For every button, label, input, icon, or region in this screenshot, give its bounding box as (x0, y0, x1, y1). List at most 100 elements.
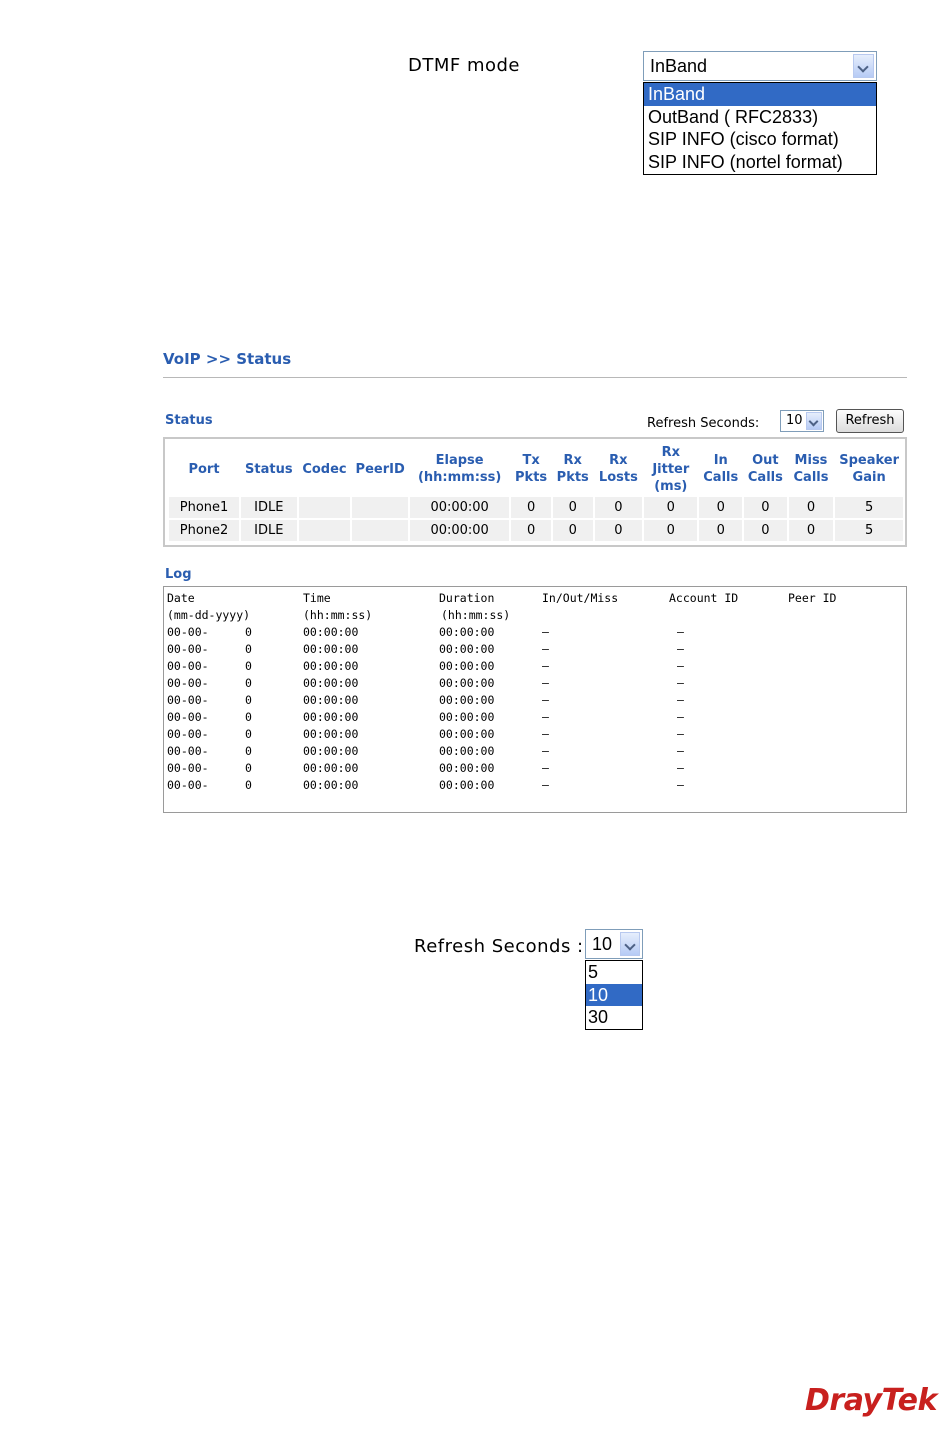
status-cell: 0 (788, 520, 834, 541)
status-col-header-line: Miss (794, 453, 828, 468)
status-col-header-line: Elapse (435, 453, 484, 468)
status-col-header: Status (241, 443, 297, 495)
refresh-button[interactable]: Refresh (836, 409, 904, 433)
log-date: 00-00- (167, 676, 209, 690)
status-cell: 0 (552, 497, 593, 518)
log-date-year: 0 (245, 659, 252, 673)
refresh-seconds-select[interactable]: 10 (780, 410, 824, 432)
status-col-header-line: Rx (661, 444, 680, 460)
log-account-id: – (677, 744, 684, 758)
log-in-out-miss: – (542, 659, 549, 673)
log-in-out-miss: – (542, 625, 549, 639)
log-date: 00-00- (167, 625, 209, 639)
status-col-header-line: Pkts (556, 470, 589, 485)
refresh-seconds-label: Refresh Seconds: (647, 416, 760, 431)
log-time: 00:00:00 (303, 710, 359, 724)
refresh-seconds-dropdown[interactable]: 10 (585, 929, 643, 959)
log-date: 00-00- (167, 778, 209, 792)
status-col-header-line: Pkts (515, 470, 548, 485)
status-cell (352, 497, 408, 518)
status-table-body: Phone1 IDLE 00:00:00 0 0 0 0 0 0 0 5 Phone2 IDLE 00:0… (169, 497, 903, 541)
refresh-seconds-value: 10 (786, 413, 803, 428)
status-cell (352, 520, 408, 541)
status-cell: Phone2 (169, 520, 240, 541)
status-cell: 00:00:00 (410, 520, 510, 541)
status-col-header-line: Port (188, 461, 220, 477)
log-duration: 00:00:00 (439, 761, 495, 775)
status-col-header-line: (ms) (654, 478, 688, 494)
refresh-option-10[interactable]: 10 (586, 983, 642, 1007)
status-col-header-line: Losts (598, 470, 638, 485)
log-duration: 00:00:00 (439, 642, 495, 656)
status-cell: 0 (644, 520, 698, 541)
status-col-header-line: Tx (522, 453, 540, 468)
log-subheader-time-format: (hh:mm:ss) (303, 608, 373, 622)
status-cell: 0 (699, 497, 743, 518)
status-section-heading: Status (165, 413, 213, 428)
chevron-down-icon[interactable] (620, 932, 640, 956)
status-col-header: Out Calls (744, 443, 787, 495)
chevron-down-icon[interactable] (806, 412, 822, 430)
refresh-option-30[interactable]: 30 (586, 1006, 642, 1029)
log-duration: 00:00:00 (439, 693, 495, 707)
log-in-out-miss: – (542, 778, 549, 792)
refresh-option-5[interactable]: 5 (586, 961, 642, 984)
status-cell (298, 520, 351, 541)
log-time: 00:00:00 (303, 761, 359, 775)
refresh-seconds-options-list: 5 10 30 (585, 960, 643, 1030)
log-date: 00-00- (167, 710, 209, 724)
log-account-id: – (677, 710, 684, 724)
log-duration: 00:00:00 (439, 676, 495, 690)
log-header-time: Time (303, 591, 331, 605)
status-col-header-line: Out (752, 453, 779, 468)
dtmf-option-outband[interactable]: OutBand ( RFC2833) (644, 106, 876, 129)
log-time: 00:00:00 (303, 744, 359, 758)
refresh-seconds-dropdown-label: Refresh Seconds : (414, 936, 584, 957)
log-date: 00-00- (167, 693, 209, 707)
log-date-year: 0 (245, 710, 252, 724)
status-cell: IDLE (241, 520, 297, 541)
log-date: 00-00- (167, 761, 209, 775)
log-date-year: 0 (245, 693, 252, 707)
status-col-header: In Calls (699, 443, 742, 495)
log-time: 00:00:00 (303, 727, 359, 741)
status-cell: 0 (788, 497, 834, 518)
chevron-down-icon[interactable] (853, 54, 874, 78)
dtmf-option-sip-info-cisco[interactable]: SIP INFO (cisco format) (644, 128, 876, 151)
log-in-out-miss: – (542, 744, 549, 758)
log-duration: 00:00:00 (439, 778, 495, 792)
status-cell: 0 (511, 497, 551, 518)
log-date: 00-00- (167, 744, 209, 758)
status-col-header: Rx Losts (595, 443, 643, 495)
draytek-logo: DrayTek (805, 1383, 937, 1418)
log-account-id: – (677, 693, 684, 707)
log-duration: 00:00:00 (439, 659, 495, 673)
log-date-year: 0 (245, 761, 252, 775)
status-col-header-line: Rx (563, 453, 582, 468)
status-cell: 0 (594, 497, 643, 518)
log-in-out-miss: – (542, 727, 549, 741)
log-date-year: 0 (245, 676, 252, 690)
log-duration: 00:00:00 (439, 710, 495, 724)
log-account-id: – (677, 778, 684, 792)
dtmf-option-sip-info-nortel[interactable]: SIP INFO (nortel format) (644, 151, 876, 174)
status-table: Port Status Codec PeerID Elapse (hh:mm:ss) Tx P… (167, 441, 905, 543)
status-col-header: PeerID (352, 443, 408, 495)
status-col-header-line: Calls (793, 470, 829, 485)
dtmf-mode-select[interactable]: InBand (643, 51, 877, 81)
status-col-header-line: Calls (703, 470, 739, 485)
dtmf-option-inband[interactable]: InBand (644, 83, 876, 106)
log-header-in-out-miss: In/Out/Miss (542, 591, 619, 605)
log-date-year: 0 (245, 727, 252, 741)
status-col-header-line: Jitter (652, 461, 690, 477)
log-in-out-miss: – (542, 642, 549, 656)
status-col-header-line: Status (245, 461, 293, 477)
log-date-year: 0 (245, 625, 252, 639)
log-account-id: – (677, 676, 684, 690)
log-duration: 00:00:00 (439, 625, 495, 639)
status-col-header: Port (169, 443, 239, 495)
dtmf-mode-label: DTMF mode (408, 55, 521, 76)
log-duration: 00:00:00 (439, 744, 495, 758)
log-date-year: 0 (245, 642, 252, 656)
status-cell: 5 (835, 520, 903, 541)
